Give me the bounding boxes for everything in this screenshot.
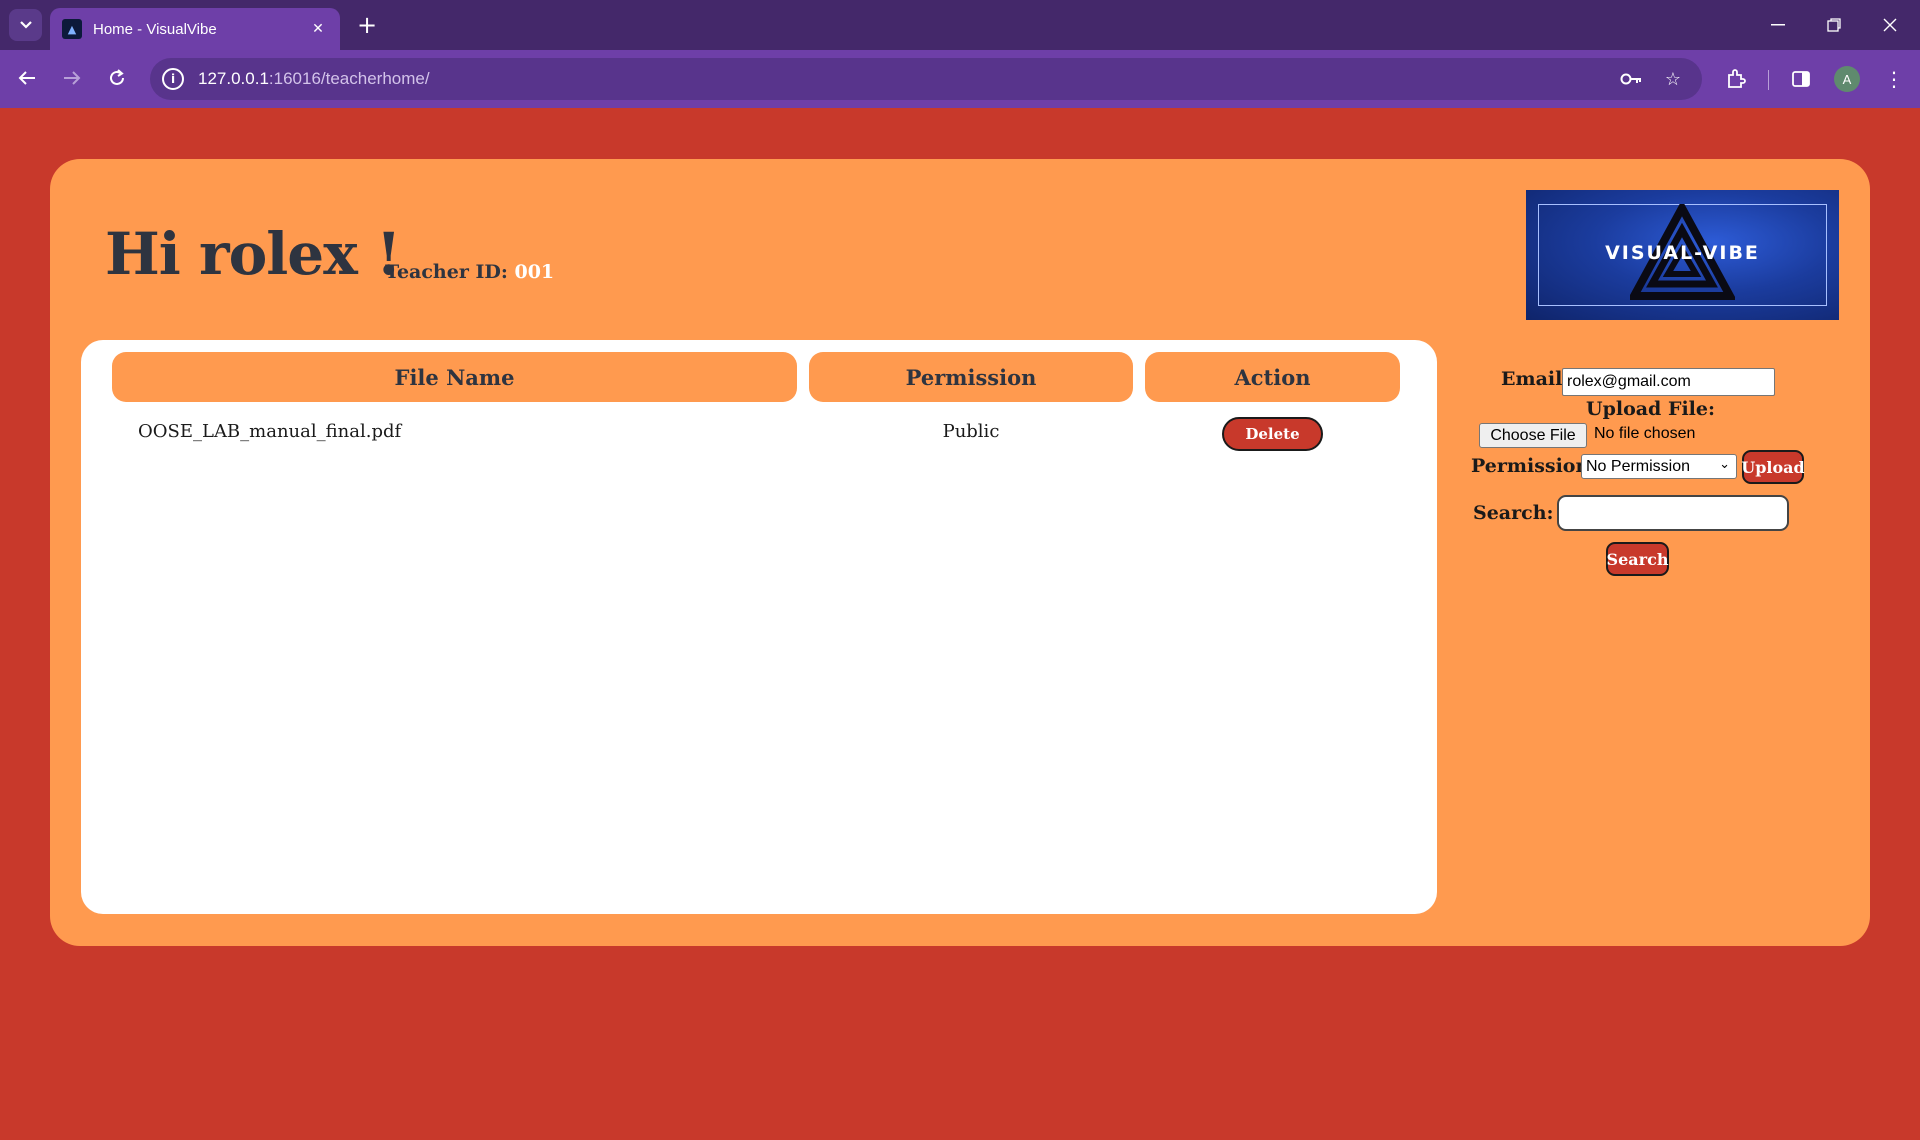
new-tab-icon[interactable]: + xyxy=(352,10,382,40)
tab-search-chevron-icon[interactable] xyxy=(9,9,42,41)
browser-tab[interactable]: ▲ Home - VisualVibe ✕ xyxy=(50,8,340,50)
reload-icon[interactable] xyxy=(100,61,134,95)
choose-file-button[interactable]: Choose File xyxy=(1479,423,1587,448)
search-button[interactable]: Search xyxy=(1606,542,1669,576)
delete-button[interactable]: Delete xyxy=(1222,417,1323,451)
permission-label: Permission: xyxy=(1471,455,1597,477)
visualvibe-favicon-icon: ▲ xyxy=(62,19,82,39)
teacher-id-value: 001 xyxy=(514,261,555,283)
permission-cell: Public xyxy=(942,421,1000,442)
bookmark-star-icon[interactable]: ☆ xyxy=(1660,66,1686,92)
upload-file-label: Upload File: xyxy=(1586,398,1715,420)
toolbar-divider xyxy=(1768,70,1769,90)
address-bar[interactable]: i 127.0.0.1:16016/teacherhome/ ☆ xyxy=(150,58,1702,100)
browser-tab-strip: ▲ Home - VisualVibe ✕ + xyxy=(0,0,1920,50)
teacher-id: Teacher ID: 001 xyxy=(385,261,554,283)
chevron-down-icon: ⌄ xyxy=(1719,457,1730,472)
restore-window-icon[interactable] xyxy=(1806,0,1862,50)
extensions-puzzle-icon[interactable] xyxy=(1720,63,1752,95)
teacher-id-label: Teacher ID: xyxy=(385,261,508,283)
browser-toolbar: i 127.0.0.1:16016/teacherhome/ ☆ ⋮ xyxy=(0,50,1920,108)
search-label: Search: xyxy=(1473,502,1554,524)
email-label: Email: xyxy=(1501,368,1570,390)
column-header-action: Action xyxy=(1145,352,1400,402)
visual-vibe-logo: VISUAL-VIBE xyxy=(1526,190,1839,320)
minimize-window-icon[interactable] xyxy=(1750,0,1806,50)
url-host: 127.0.0.1 xyxy=(198,69,269,88)
site-info-icon[interactable]: i xyxy=(162,68,184,90)
file-name-cell: OOSE_LAB_manual_final.pdf xyxy=(138,421,402,442)
no-file-chosen-text: No file chosen xyxy=(1594,425,1696,442)
side-panel-icon[interactable] xyxy=(1785,63,1817,95)
url-path: :16016/teacherhome/ xyxy=(268,69,430,88)
close-tab-icon[interactable]: ✕ xyxy=(308,19,328,39)
profile-avatar[interactable]: A xyxy=(1834,66,1860,92)
browser-menu-icon[interactable]: ⋮ xyxy=(1878,63,1910,95)
permission-selected-value: No Permission xyxy=(1586,457,1691,475)
greeting-heading: Hi rolex ! xyxy=(105,220,401,288)
permission-select[interactable]: No Permission ⌄ xyxy=(1581,454,1737,479)
back-arrow-icon[interactable] xyxy=(10,61,44,95)
forward-arrow-icon[interactable] xyxy=(55,61,89,95)
column-header-permission: Permission xyxy=(809,352,1133,402)
logo-text: VISUAL-VIBE xyxy=(1605,242,1760,264)
search-input[interactable] xyxy=(1557,495,1789,531)
tab-title: Home - VisualVibe xyxy=(93,20,217,38)
password-key-icon[interactable] xyxy=(1618,66,1644,92)
close-window-icon[interactable] xyxy=(1862,0,1918,50)
email-field[interactable]: rolex@gmail.com xyxy=(1562,368,1775,396)
column-header-file-name: File Name xyxy=(112,352,797,402)
upload-button[interactable]: Upload xyxy=(1741,450,1805,484)
